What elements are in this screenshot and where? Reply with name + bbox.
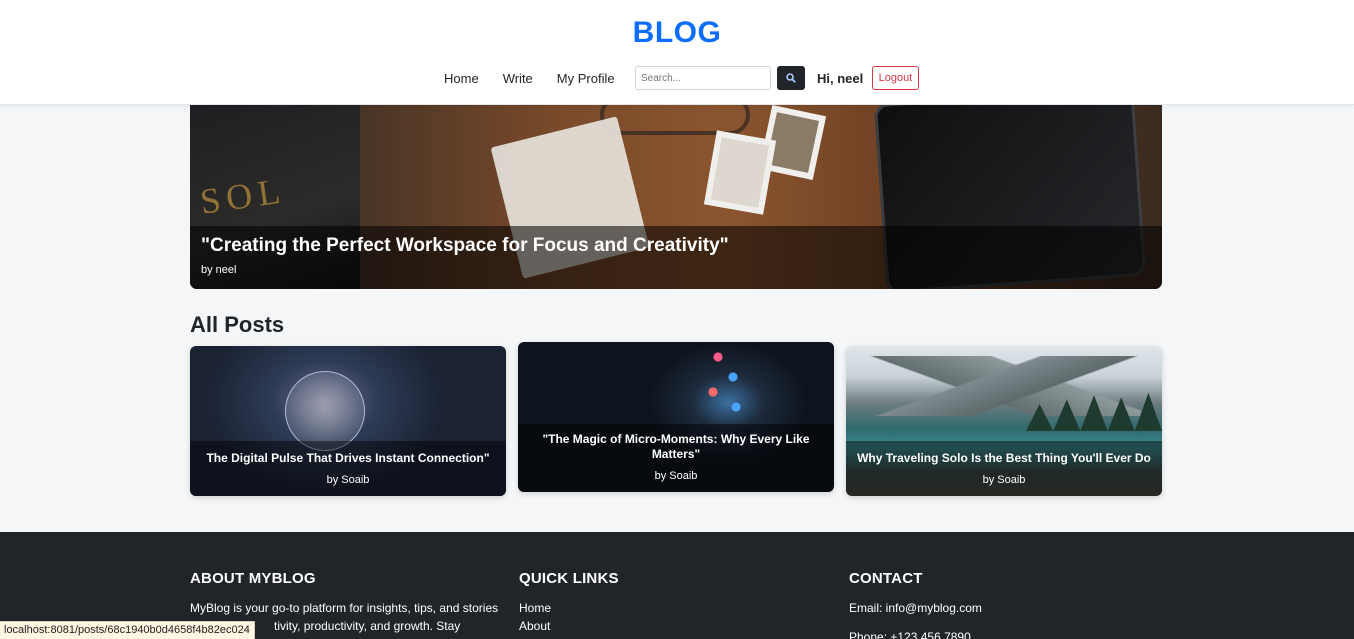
footer-contact-phone: Phone: +123 456 7890 <box>849 630 971 639</box>
post-card[interactable]: Why Traveling Solo Is the Best Thing You… <box>846 346 1162 496</box>
footer-about-text-line1: MyBlog is your go-to platform for insigh… <box>190 601 499 615</box>
nav-my-profile-link[interactable]: My Profile <box>557 71 615 86</box>
post-card-author: by Soaib <box>982 474 1026 486</box>
post-card[interactable]: "The Magic of Micro-Moments: Why Every L… <box>518 342 834 492</box>
post-image-mountains <box>846 356 1162 416</box>
footer-link-about[interactable]: About <box>519 619 550 633</box>
nav-write-link[interactable]: Write <box>503 71 533 86</box>
post-card-title[interactable]: "The Magic of Micro-Moments: Why Every L… <box>538 432 814 462</box>
post-card-author: by Soaib <box>654 470 698 482</box>
footer-link-home[interactable]: Home <box>519 601 551 615</box>
footer-about-text-line2-content: tivity, productivity, and growth. Stay <box>274 619 461 633</box>
hero-post-title[interactable]: "Creating the Perfect Workspace for Focu… <box>201 235 729 257</box>
post-card-overlay <box>190 441 506 496</box>
post-card[interactable]: The Digital Pulse That Drives Instant Co… <box>190 346 506 496</box>
hero-book-lettering: SOL <box>197 170 289 222</box>
user-greeting: Hi, neel <box>817 71 864 86</box>
post-card-title[interactable]: The Digital Pulse That Drives Instant Co… <box>200 451 496 466</box>
hero-image-glasses <box>600 105 750 135</box>
nav-home-link[interactable]: Home <box>444 71 479 86</box>
post-card-title[interactable]: Why Traveling Solo Is the Best Thing You… <box>856 451 1152 466</box>
hero-image-photo <box>703 130 777 215</box>
all-posts-heading: All Posts <box>190 312 285 337</box>
site-header: BLOG Home Write My Profile Hi, neel Logo… <box>0 0 1354 105</box>
search-button[interactable] <box>777 66 805 90</box>
hero-post-author: by neel <box>201 264 237 276</box>
footer-contact-email[interactable]: Email: info@myblog.com <box>849 599 982 617</box>
post-card-author: by Soaib <box>326 474 370 486</box>
post-image-like-bubbles <box>698 347 748 427</box>
main-nav: Home Write My Profile <box>444 64 639 92</box>
post-card-overlay <box>846 441 1162 496</box>
magnifier-icon <box>786 73 796 83</box>
post-image-digital-globe <box>285 371 365 451</box>
brand-logo[interactable]: BLOG <box>0 16 1354 50</box>
logout-button[interactable]: Logout <box>872 66 919 90</box>
footer-quick-links-heading: QUICK LINKS <box>519 570 619 587</box>
footer-about-heading: ABOUT MYBLOG <box>190 570 316 587</box>
footer-contact-heading: CONTACT <box>849 570 923 587</box>
search-input[interactable] <box>635 66 771 90</box>
browser-status-url: localhost:8081/posts/68c1940b0d4658f4b82… <box>0 621 255 639</box>
featured-post-hero[interactable]: SOL "Creating the Perfect Workspace for … <box>190 105 1162 289</box>
